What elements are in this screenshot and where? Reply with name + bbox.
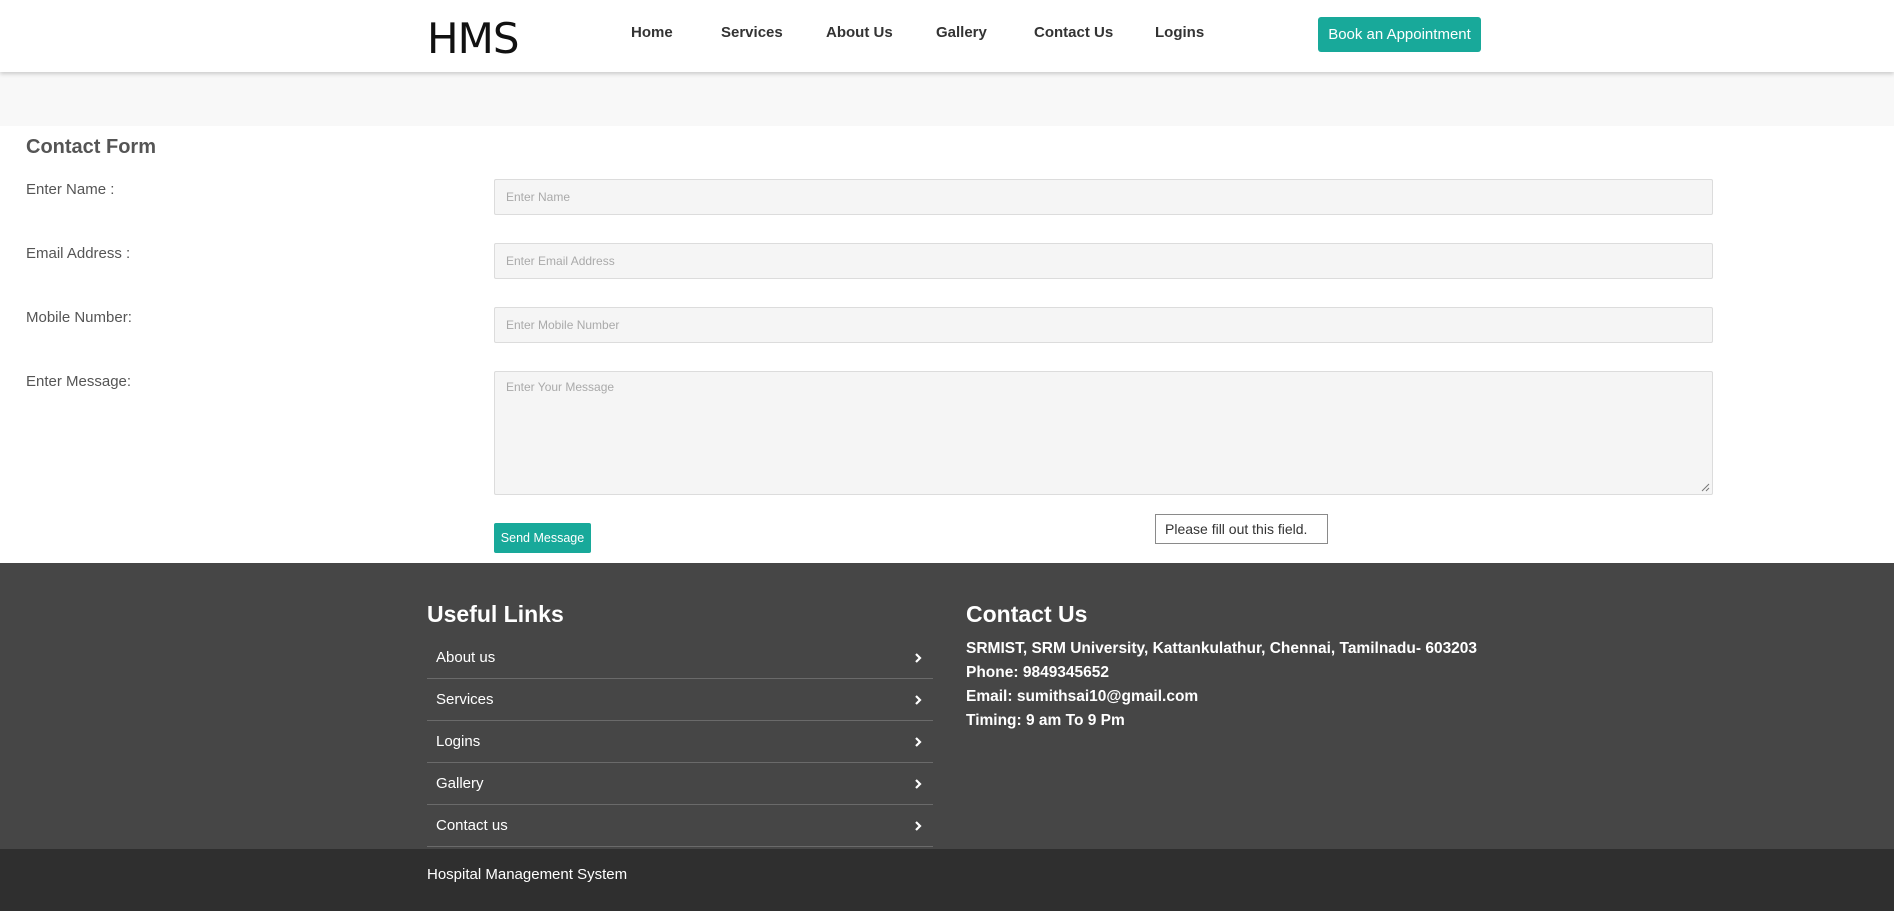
nav-home[interactable]: Home xyxy=(631,24,673,41)
name-input[interactable] xyxy=(494,179,1713,215)
footer-link-services[interactable]: Services xyxy=(427,679,933,721)
site-header: HMS Home Services About Us Gallery Conta… xyxy=(0,0,1894,72)
name-label: Enter Name : xyxy=(26,181,115,198)
footer-link-label: Services xyxy=(436,691,494,708)
chevron-right-icon xyxy=(915,736,922,747)
chevron-right-icon xyxy=(915,652,922,663)
footer-link-label: About us xyxy=(436,649,496,666)
mobile-input[interactable] xyxy=(494,307,1713,343)
mobile-label: Mobile Number: xyxy=(26,309,132,326)
page-banner xyxy=(0,72,1894,126)
footer-link-logins[interactable]: Logins xyxy=(427,721,933,763)
form-title: Contact Form xyxy=(26,136,156,158)
message-label: Enter Message: xyxy=(26,373,132,390)
footer-link-contact[interactable]: Contact us xyxy=(427,805,933,847)
contact-email: Email: sumithsai10@gmail.com xyxy=(966,688,1199,705)
nav-logins[interactable]: Logins xyxy=(1155,24,1204,41)
footer-link-label: Gallery xyxy=(436,775,484,792)
chevron-right-icon xyxy=(915,778,922,789)
footer-bottom-bar: Hospital Management System xyxy=(0,849,1894,911)
book-appointment-button[interactable]: Book an Appointment xyxy=(1318,17,1481,52)
email-input[interactable] xyxy=(494,243,1713,279)
copyright-text: Hospital Management System xyxy=(427,866,628,883)
send-message-button[interactable]: Send Message xyxy=(494,523,591,553)
message-textarea[interactable] xyxy=(494,371,1713,495)
useful-links-list: About us Services Logins Gallery Contact… xyxy=(427,637,933,847)
contact-phone: Phone: 9849345652 xyxy=(966,664,1110,681)
site-footer xyxy=(0,563,1894,849)
chevron-right-icon xyxy=(915,820,922,831)
nav-contact-us[interactable]: Contact Us xyxy=(1034,24,1113,41)
contact-address: SRMIST, SRM University, Kattankulathur, … xyxy=(966,640,1478,657)
useful-links-heading: Useful Links xyxy=(427,601,564,627)
footer-link-about[interactable]: About us xyxy=(427,637,933,679)
nav-about-us[interactable]: About Us xyxy=(826,24,893,41)
contact-info: SRMIST, SRM University, Kattankulathur, … xyxy=(966,637,1477,733)
contact-timing: Timing: 9 am To 9 Pm xyxy=(966,712,1125,729)
validation-tooltip: Please fill out this field. xyxy=(1155,514,1328,544)
contact-us-heading: Contact Us xyxy=(966,601,1088,627)
site-logo[interactable]: HMS xyxy=(427,14,519,63)
footer-link-label: Contact us xyxy=(436,817,508,834)
footer-link-label: Logins xyxy=(436,733,481,750)
resize-handle-icon[interactable] xyxy=(1701,483,1710,492)
email-label: Email Address : xyxy=(26,245,131,262)
nav-services[interactable]: Services xyxy=(721,24,783,41)
nav-gallery[interactable]: Gallery xyxy=(936,24,987,41)
chevron-right-icon xyxy=(915,694,922,705)
footer-link-gallery[interactable]: Gallery xyxy=(427,763,933,805)
